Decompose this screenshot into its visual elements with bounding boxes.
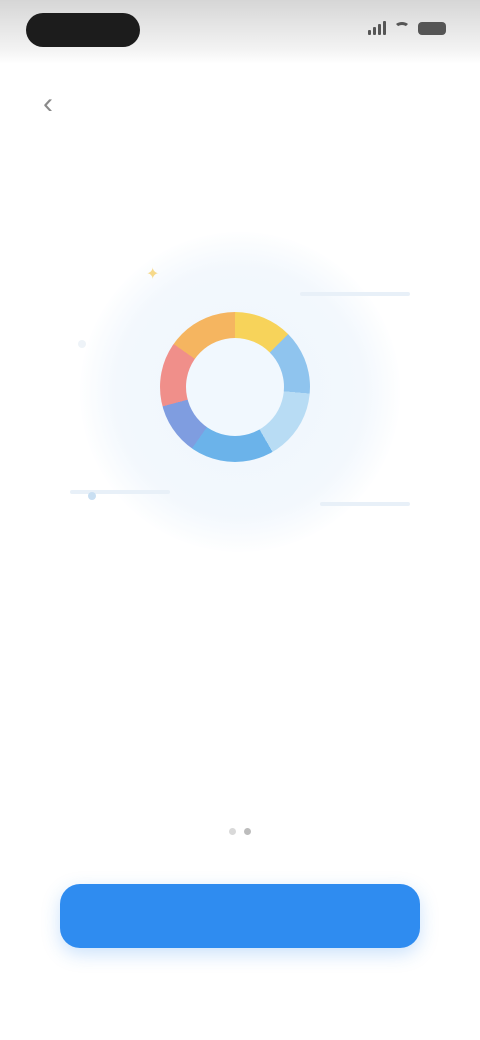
ring-center <box>186 338 284 436</box>
page-dot <box>229 828 236 835</box>
chevron-left-icon: ‹ <box>43 87 53 120</box>
hero-illustration: ✦ <box>60 222 420 562</box>
status-time <box>26 13 140 47</box>
back-button[interactable]: ‹ <box>30 86 66 122</box>
page-indicator <box>0 828 480 835</box>
signal-icon <box>368 21 386 35</box>
page-dot <box>244 828 251 835</box>
battery-icon <box>418 21 446 35</box>
primary-action-button[interactable] <box>60 884 420 948</box>
sparkle-icon: ✦ <box>146 266 160 283</box>
decoration-line <box>300 292 410 296</box>
wifi-icon <box>394 22 410 34</box>
status-icons <box>368 21 446 35</box>
decoration-line <box>320 502 410 506</box>
decoration-line <box>70 490 170 494</box>
navigation-bar: ‹ <box>0 64 480 144</box>
dot-icon <box>88 492 96 500</box>
dot-icon <box>78 340 86 348</box>
status-bar <box>0 0 480 64</box>
